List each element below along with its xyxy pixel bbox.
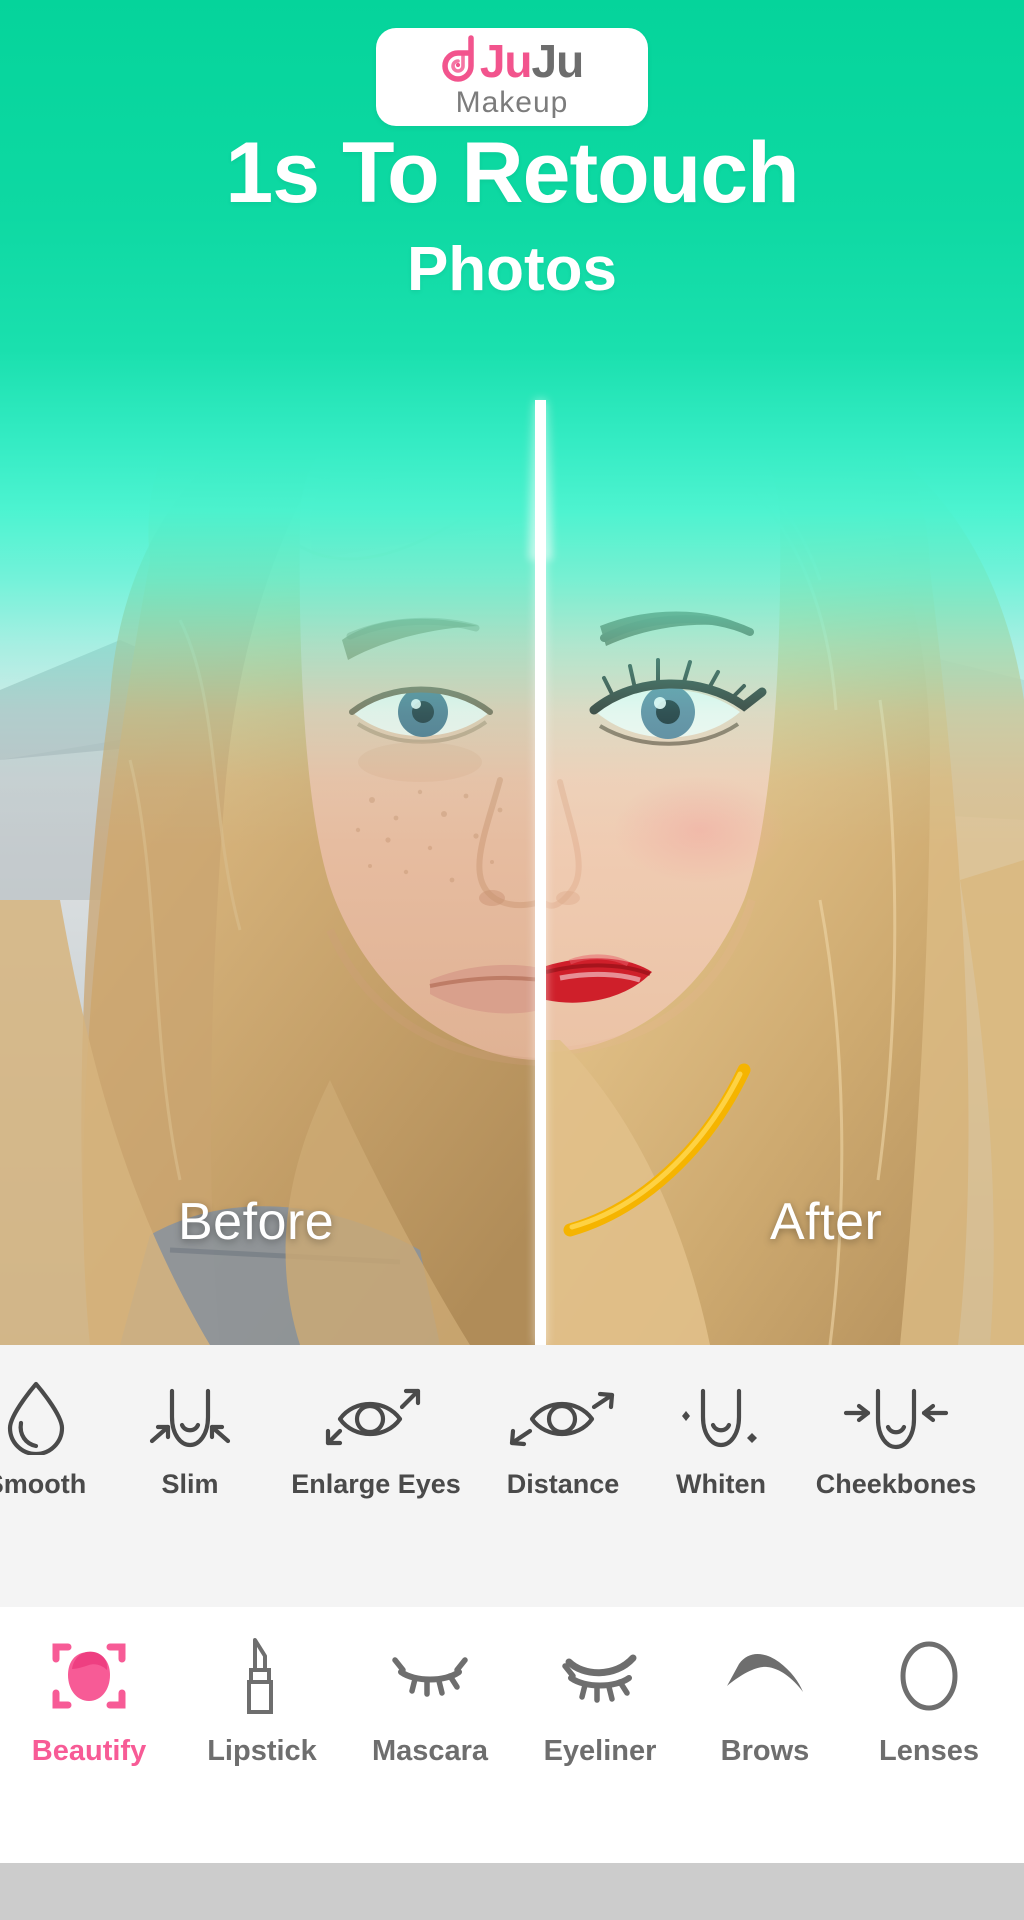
logo-tagline: Makeup bbox=[455, 86, 569, 119]
tool-label: Enlarge Eyes bbox=[291, 1469, 461, 1499]
face-cheekbones-icon bbox=[840, 1377, 952, 1455]
eyebrow-icon bbox=[717, 1633, 813, 1719]
tab-label: Lenses bbox=[879, 1735, 979, 1767]
lens-circle-icon bbox=[891, 1633, 967, 1719]
tab-beautify[interactable]: Beautify bbox=[0, 1633, 178, 1768]
before-label: Before bbox=[178, 1193, 335, 1251]
page-subtitle: Photos bbox=[406, 235, 618, 304]
logo-wordmark: Ju Ju bbox=[441, 35, 585, 87]
eyeliner-icon bbox=[557, 1633, 643, 1719]
tab-label: Eyeliner bbox=[543, 1735, 657, 1767]
tool-distance[interactable]: Distance bbox=[482, 1377, 644, 1500]
tool-label: Slim bbox=[161, 1469, 219, 1499]
tab-label: Brows bbox=[720, 1735, 810, 1767]
face-frame-icon bbox=[48, 1633, 130, 1719]
logo-text-gray: Ju bbox=[531, 35, 585, 87]
tab-mascara[interactable]: Mascara bbox=[346, 1633, 514, 1768]
tool-label: Smooth bbox=[0, 1469, 87, 1499]
tool-enlarge-eyes[interactable]: Enlarge Eyes bbox=[270, 1377, 482, 1500]
tab-label: Lipstick bbox=[207, 1735, 317, 1767]
tools-scroll-row[interactable]: Smooth Slim bbox=[0, 1345, 1024, 1565]
before-after-divider[interactable] bbox=[535, 400, 546, 1345]
juju-j-spiral-icon bbox=[442, 35, 474, 82]
logo-text-pink: Ju bbox=[479, 35, 533, 87]
tab-lenses[interactable]: Lenses bbox=[844, 1633, 1014, 1768]
app-logo-badge: Ju Ju Makeup bbox=[376, 28, 648, 126]
tab-label: Beautify bbox=[31, 1735, 147, 1767]
tool-label: Distance bbox=[506, 1469, 620, 1499]
system-home-bar bbox=[0, 1863, 1024, 1920]
lash-icon bbox=[387, 1633, 473, 1719]
after-label: After bbox=[770, 1193, 883, 1251]
tool-slim[interactable]: Slim bbox=[110, 1377, 270, 1500]
tool-smooth[interactable]: Smooth bbox=[0, 1377, 110, 1500]
tool-whiten[interactable]: Whiten bbox=[644, 1377, 798, 1500]
tool-label: Whiten bbox=[676, 1469, 766, 1499]
tab-label: Mascara bbox=[371, 1735, 489, 1767]
tab-brows[interactable]: Brows bbox=[686, 1633, 844, 1768]
water-drop-icon bbox=[0, 1377, 73, 1455]
app-root: Ju Ju Makeup 1s To Retouch Photos Before… bbox=[0, 0, 1024, 1920]
lipstick-icon bbox=[232, 1633, 292, 1719]
beautify-tools-panel: Smooth Slim bbox=[0, 1345, 1024, 1607]
face-slim-icon bbox=[144, 1377, 236, 1455]
eye-enlarge-icon bbox=[324, 1377, 428, 1455]
tab-eyeliner[interactable]: Eyeliner bbox=[514, 1633, 686, 1768]
tab-lipstick[interactable]: Lipstick bbox=[178, 1633, 346, 1768]
bottom-tab-bar: Beautify Lipstick Mascara Eyeliner Brows… bbox=[0, 1607, 1024, 1863]
face-sparkle-icon bbox=[673, 1377, 769, 1455]
tool-label: Cheekbones bbox=[815, 1469, 977, 1499]
hero-preview: Ju Ju Makeup 1s To Retouch Photos Before… bbox=[0, 0, 1024, 1345]
eye-distance-icon bbox=[508, 1377, 618, 1455]
page-title: 1s To Retouch bbox=[225, 125, 799, 221]
tool-cheekbones[interactable]: Cheekbones bbox=[798, 1377, 994, 1500]
